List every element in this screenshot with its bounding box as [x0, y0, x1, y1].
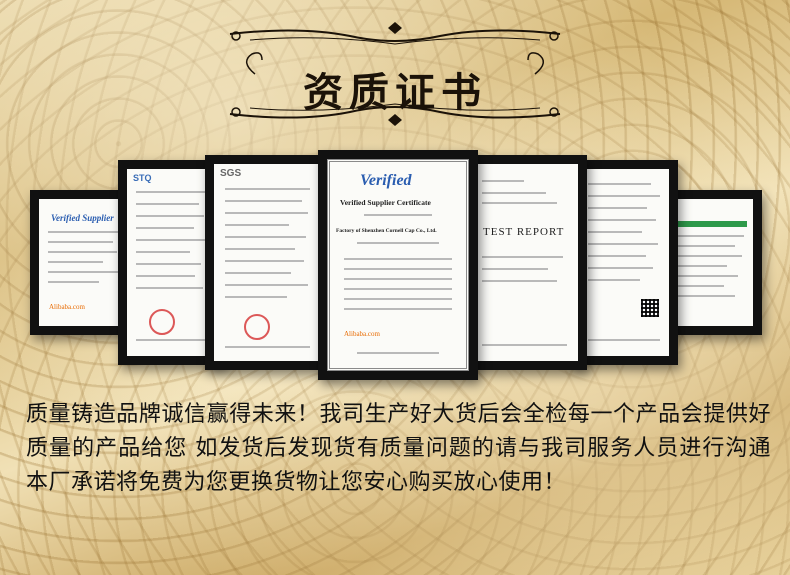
certificate-gallery: Verified Supplier Alibaba.com STQ SGS TE…: [0, 150, 790, 380]
certificate-frame: TEST REPORT: [462, 155, 587, 370]
stq-logo: STQ: [133, 173, 152, 183]
qr-code-icon: [641, 299, 659, 317]
red-seal-icon: [244, 314, 270, 340]
certificate-paper: SGS: [214, 164, 321, 361]
test-report-title: TEST REPORT: [483, 226, 565, 238]
certificate-paper: [579, 169, 669, 356]
certificate-paper: Verified Verified Supplier Certificate F…: [327, 159, 469, 371]
alibaba-brand: Alibaba.com: [49, 303, 85, 311]
red-seal-icon: [149, 309, 175, 335]
verified-supplier-logo: Verified Supplier: [51, 213, 114, 223]
quality-promise-text: 质量铸造品牌诚信赢得未来！我司生产好大货后会全检每一个产品会提供好质量的产品给您…: [26, 402, 771, 495]
certificate-factory-name: Factory of Shenzhen Cornell Cap Co., Ltd…: [336, 228, 437, 234]
certificate-subtitle: Verified Supplier Certificate: [340, 198, 431, 207]
sgs-logo: SGS: [220, 168, 242, 179]
page-title: 资质证书: [303, 69, 487, 116]
alibaba-brand: Alibaba.com: [344, 330, 380, 338]
certificate-frame: SGS: [205, 155, 330, 370]
certificate-paper: STQ: [127, 169, 217, 356]
title-banner: 资质证书: [0, 22, 790, 132]
certificate-frame-featured: Verified Verified Supplier Certificate F…: [318, 150, 478, 380]
verified-logo: Verified: [360, 172, 412, 189]
certificate-paper: TEST REPORT: [471, 164, 578, 361]
